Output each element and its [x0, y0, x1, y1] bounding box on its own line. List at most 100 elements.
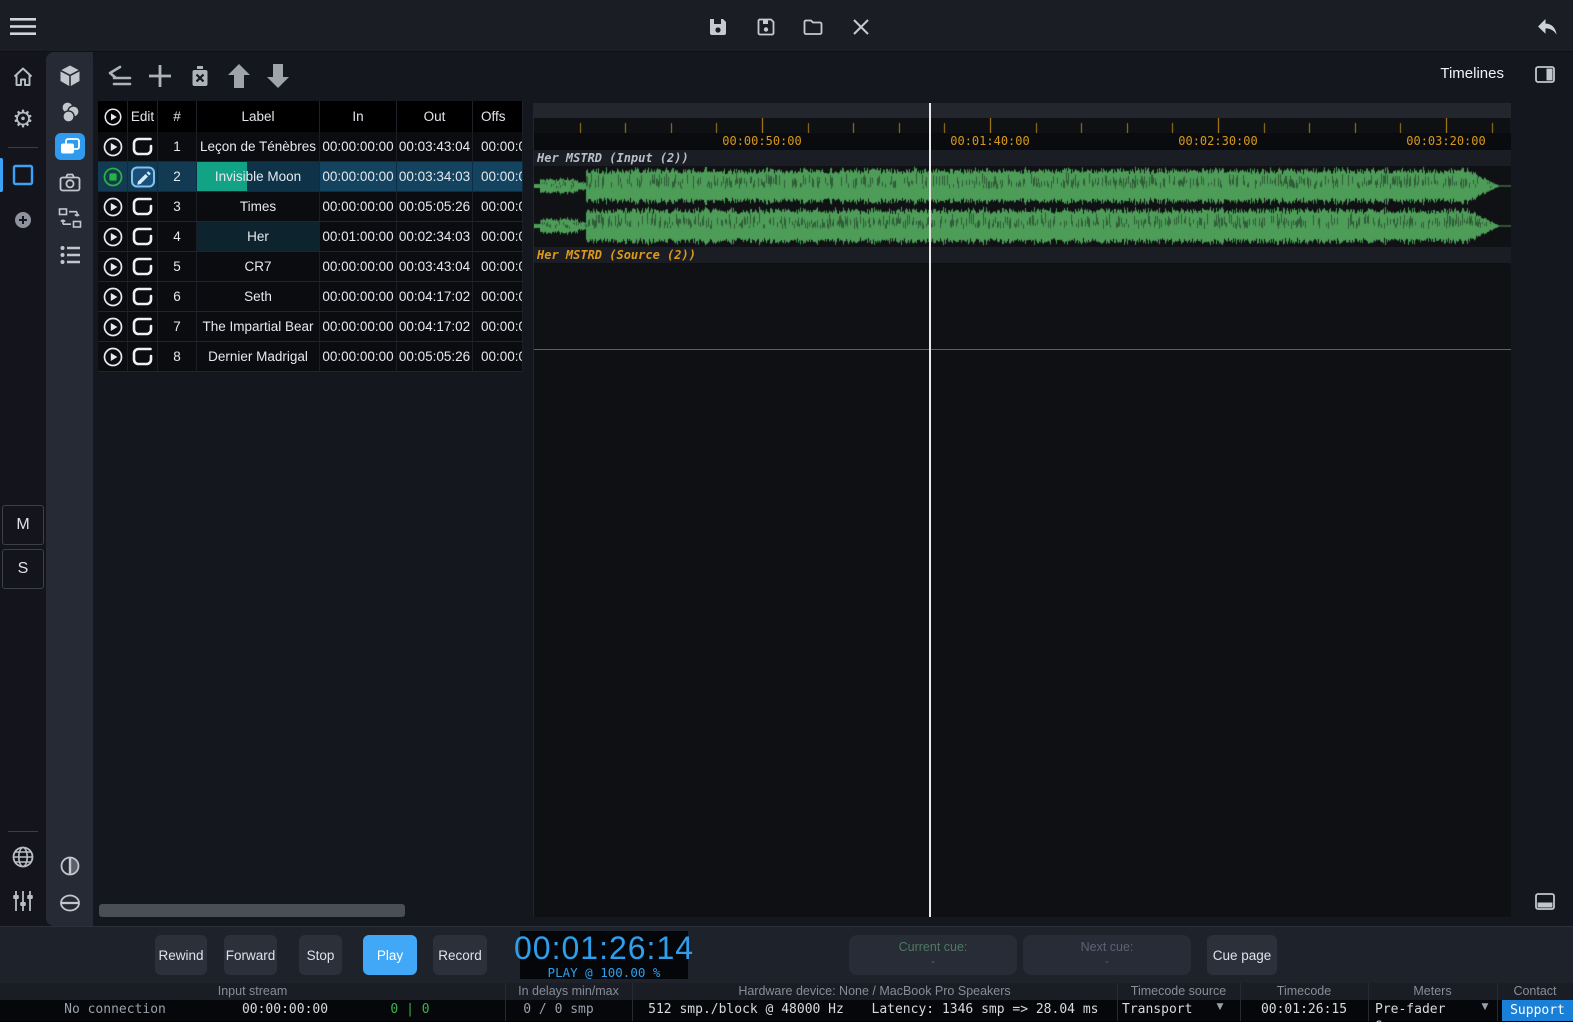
timeline-empty-region[interactable]	[534, 351, 1511, 917]
cue-edit-active-icon[interactable]	[128, 162, 158, 191]
stop-button[interactable]: Stop	[299, 935, 342, 975]
add-view-icon[interactable]	[8, 205, 38, 235]
cue-in-time: 00:00:00:00	[320, 342, 397, 371]
assign-left-icon[interactable]	[105, 61, 135, 91]
input-stream-counters: 0 | 0	[370, 1002, 450, 1017]
cue-row[interactable]: 7The Impartial Bear00:00:00:0000:04:17:0…	[98, 312, 523, 342]
cue-edit-icon[interactable]	[128, 132, 158, 161]
cue-list-icon[interactable]	[55, 240, 85, 270]
ruler-timecode-label: 00:03:20:00	[1406, 134, 1485, 148]
mute-button[interactable]: M	[2, 505, 44, 545]
track-name-input: Her MSTRD (Input (2))	[537, 151, 689, 165]
support-button[interactable]: Support	[1502, 1000, 1573, 1021]
cue-row[interactable]: 1Leçon de Ténèbres00:00:00:0000:03:43:04…	[98, 132, 523, 162]
save-icon[interactable]	[705, 14, 731, 40]
cue-row[interactable]: 2Invisible Moon00:00:00:0000:03:34:0300:…	[98, 162, 523, 192]
camera-icon[interactable]	[55, 168, 85, 198]
panel-right-toggle-icon[interactable]	[1534, 64, 1556, 84]
spheres-icon[interactable]	[55, 97, 85, 127]
show-view-icon[interactable]	[8, 160, 38, 190]
cue-row[interactable]: 6Seth00:00:00:0000:04:17:0200:00:0	[98, 282, 523, 312]
cue-play-icon[interactable]	[98, 282, 128, 311]
cue-play-icon[interactable]	[98, 192, 128, 221]
timeline-view[interactable]: 00:00:50:0000:01:40:0000:02:30:0000:03:2…	[533, 103, 1510, 917]
split-view-horizontal-icon[interactable]	[55, 888, 85, 918]
cue-in-time: 00:01:00:00	[320, 222, 397, 251]
media-library-icon-active[interactable]	[55, 133, 85, 160]
cue-page-button[interactable]: Cue page	[1207, 935, 1277, 975]
delete-cue-icon[interactable]	[185, 61, 215, 91]
track-name-source: Her MSTRD (Source (2))	[537, 248, 696, 262]
globe-icon[interactable]	[8, 842, 38, 872]
timeline-ruler-labels[interactable]: 00:00:50:0000:01:40:0000:02:30:0000:03:2…	[534, 133, 1511, 150]
current-cue-button[interactable]: Current cue: -	[849, 935, 1017, 975]
cue-playing-stop-icon[interactable]	[98, 162, 128, 191]
hardware-device-header: Hardware device: None / MacBook Pro Spea…	[632, 984, 1117, 998]
cue-edit-icon[interactable]	[128, 312, 158, 341]
cue-edit-icon[interactable]	[128, 192, 158, 221]
horizontal-scrollbar-thumb[interactable]	[99, 904, 405, 917]
close-icon[interactable]	[848, 14, 874, 40]
sidebar-divider	[8, 831, 38, 832]
offset-column-header: Offs	[473, 101, 523, 132]
cue-play-icon[interactable]	[98, 132, 128, 161]
open-folder-icon[interactable]	[800, 14, 826, 40]
cue-number: 7	[158, 312, 197, 341]
cue-edit-icon[interactable]	[128, 282, 158, 311]
forward-button[interactable]: Forward	[224, 935, 277, 975]
timecode-source-select[interactable]: Transport	[1122, 1002, 1212, 1017]
cue-in-time: 00:00:00:00	[320, 312, 397, 341]
status-divider	[632, 983, 633, 1021]
menu-icon[interactable]	[10, 14, 36, 40]
solo-button[interactable]: S	[2, 549, 44, 589]
workflow-routing-icon[interactable]	[55, 204, 85, 234]
chevron-down-icon[interactable]: ▼	[1212, 1002, 1228, 1012]
track-header-source[interactable]: Her MSTRD (Source (2))	[534, 247, 1511, 263]
undo-icon[interactable]	[1534, 14, 1560, 40]
panel-bottom-toggle-icon[interactable]	[1534, 891, 1556, 911]
cue-play-icon[interactable]	[98, 252, 128, 281]
add-cue-icon[interactable]	[145, 61, 175, 91]
mixer-faders-icon[interactable]	[8, 886, 38, 916]
source-track-region[interactable]	[534, 265, 1511, 350]
timeline-ruler-ticks[interactable]	[534, 118, 1511, 133]
settings-gear-icon[interactable]: ⚙	[8, 104, 38, 134]
cue-number: 1	[158, 132, 197, 161]
cue-offset-time: 00:00:0	[473, 342, 523, 371]
timeline-marker-strip[interactable]	[534, 103, 1511, 118]
transport-bar: Rewind Forward Stop Play Record 00:01:26…	[0, 926, 1573, 983]
rewind-button[interactable]: Rewind	[155, 935, 207, 975]
split-view-vertical-icon[interactable]	[55, 851, 85, 881]
playhead-cursor[interactable]	[929, 103, 931, 917]
cue-row[interactable]: 3Times00:00:00:0000:05:05:2600:00:0	[98, 192, 523, 222]
move-down-icon[interactable]	[263, 61, 293, 91]
play-button[interactable]: Play	[363, 935, 417, 975]
cue-row[interactable]: 5CR700:00:00:0000:03:43:0400:00:0	[98, 252, 523, 282]
cue-edit-icon[interactable]	[128, 342, 158, 371]
cube-3d-icon[interactable]	[55, 61, 85, 91]
cue-row[interactable]: 4Her00:01:00:0000:02:34:0300:00:0	[98, 222, 523, 252]
cue-play-icon[interactable]	[98, 312, 128, 341]
next-cue-button[interactable]: Next cue: -	[1023, 935, 1191, 975]
record-button[interactable]: Record	[433, 935, 487, 975]
home-icon[interactable]	[8, 62, 38, 92]
block-size-value: 512 smp./block @ 48000 Hz	[640, 1002, 852, 1017]
number-column-header: #	[158, 101, 197, 132]
cue-in-time: 00:00:00:00	[320, 192, 397, 221]
sidebar-divider	[8, 147, 38, 148]
move-up-icon[interactable]	[224, 61, 254, 91]
cue-play-icon[interactable]	[98, 222, 128, 251]
active-view-indicator	[0, 158, 3, 192]
meters-select[interactable]: Pre-fader s...	[1375, 1002, 1477, 1022]
track-header-input[interactable]: Her MSTRD (Input (2))	[534, 150, 1511, 166]
cue-out-time: 00:05:05:26	[397, 342, 473, 371]
cue-play-icon[interactable]	[98, 342, 128, 371]
cue-edit-icon[interactable]	[128, 252, 158, 281]
cue-edit-icon[interactable]	[128, 222, 158, 251]
waveform-region[interactable]	[534, 166, 1511, 247]
cue-row[interactable]: 8Dernier Madrigal00:00:00:0000:05:05:260…	[98, 342, 523, 372]
status-divider	[1240, 983, 1241, 1021]
save-as-icon[interactable]	[753, 14, 779, 40]
top-bar	[0, 0, 1573, 52]
chevron-down-icon[interactable]: ▼	[1477, 1002, 1493, 1012]
